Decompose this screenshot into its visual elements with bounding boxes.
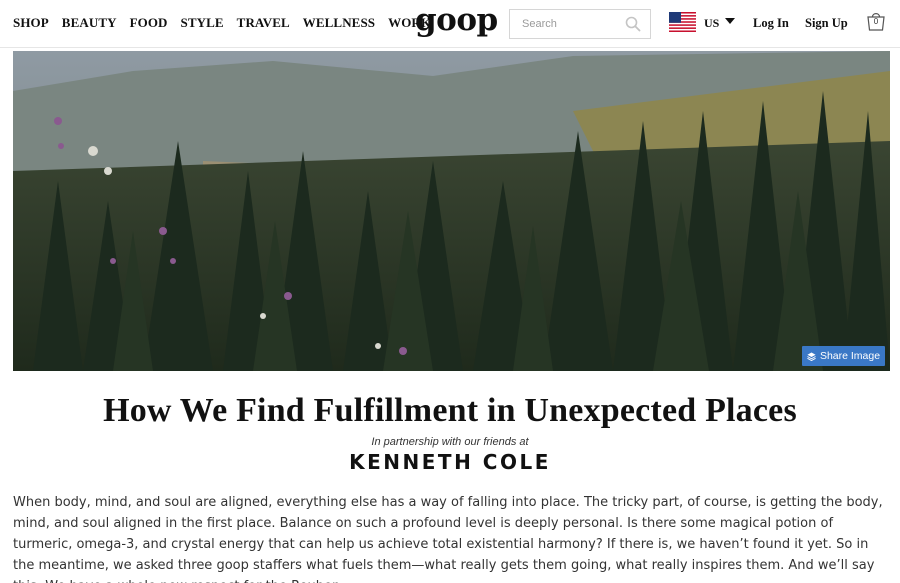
shopping-bag-icon[interactable]: 0 xyxy=(866,10,886,32)
share-image-label: Share Image xyxy=(819,350,881,362)
login-link[interactable]: Log In xyxy=(753,16,789,31)
cart-count: 0 xyxy=(873,17,879,26)
nav-travel[interactable]: TRAVEL xyxy=(237,15,290,31)
us-flag-icon[interactable] xyxy=(669,12,696,32)
search-icon[interactable] xyxy=(625,16,641,32)
nav-shop[interactable]: SHOP xyxy=(13,15,49,31)
chevron-down-icon[interactable] xyxy=(725,18,735,24)
hero-image xyxy=(13,51,890,371)
main-nav: SHOP BEAUTY FOOD STYLE TRAVEL WELLNESS W… xyxy=(13,15,444,31)
layers-icon xyxy=(807,351,816,361)
signup-link[interactable]: Sign Up xyxy=(805,16,848,31)
nav-style[interactable]: STYLE xyxy=(181,15,224,31)
site-header: SHOP BEAUTY FOOD STYLE TRAVEL WELLNESS W… xyxy=(0,0,900,48)
nav-food[interactable]: FOOD xyxy=(130,15,168,31)
article-title: How We Find Fulfillment in Unexpected Pl… xyxy=(103,392,797,429)
partner-line: In partnership with our friends at xyxy=(371,436,529,448)
nav-beauty[interactable]: BEAUTY xyxy=(62,15,117,31)
country-label[interactable]: US xyxy=(704,16,719,31)
search-input[interactable] xyxy=(510,10,620,38)
share-image-button[interactable]: Share Image xyxy=(802,346,885,366)
partner-brand-logo[interactable]: KENNETH COLE xyxy=(0,450,900,474)
article-intro: When body, mind, and soul are aligned, e… xyxy=(13,495,883,583)
nav-wellness[interactable]: WELLNESS xyxy=(303,15,375,31)
goop-logo[interactable]: goop xyxy=(415,3,498,37)
search-box xyxy=(509,9,651,39)
